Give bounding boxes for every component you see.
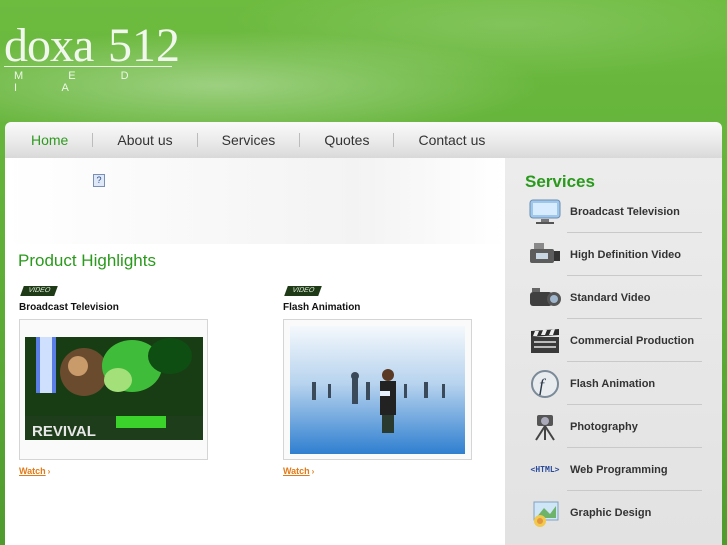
- service-label: Broadcast Television: [570, 205, 680, 218]
- product-title[interactable]: Flash Animation: [283, 302, 473, 313]
- service-label: Graphic Design: [570, 506, 652, 519]
- product-card: VIDEO Broadcast Television REVIVAL Watch…: [19, 279, 209, 476]
- product-title[interactable]: Broadcast Television: [19, 302, 209, 313]
- nav-about[interactable]: About us: [93, 122, 196, 158]
- service-label: Standard Video: [570, 291, 651, 304]
- thumbnail-caption: REVIVAL: [32, 423, 96, 440]
- logo-number: 512: [108, 19, 180, 72]
- nav-quotes[interactable]: Quotes: [300, 122, 393, 158]
- service-label: Photography: [570, 420, 638, 433]
- chevron-right-icon: ›: [311, 467, 315, 476]
- video-thumbnail[interactable]: REVIVAL: [19, 319, 208, 460]
- logo[interactable]: doxa 512 M E D I A: [4, 14, 180, 106]
- watch-link-label[interactable]: Watch: [19, 466, 46, 476]
- nav-services[interactable]: Services: [198, 122, 300, 158]
- video-camera-icon: [525, 282, 565, 314]
- video-tag: VIDEO: [20, 286, 58, 296]
- header: doxa 512 M E D I A: [0, 0, 727, 122]
- service-label: Flash Animation: [570, 377, 656, 390]
- watch-link[interactable]: Watch ›: [19, 466, 209, 476]
- watch-link-label[interactable]: Watch: [283, 466, 310, 476]
- services-title: Services: [525, 172, 595, 191]
- html-icon: <HTML>: [530, 465, 560, 474]
- video-thumbnail[interactable]: [283, 319, 472, 460]
- flash-thumbnail-image: [290, 326, 465, 454]
- watch-link[interactable]: Watch ›: [283, 466, 473, 476]
- flash-icon: f: [525, 368, 565, 400]
- nav-home[interactable]: Home: [7, 122, 92, 158]
- service-item-broadcast-television[interactable]: Broadcast Television: [505, 190, 722, 233]
- nav-contact[interactable]: Contact us: [394, 122, 509, 158]
- banner-area: [5, 158, 505, 244]
- chevron-right-icon: ›: [47, 467, 51, 476]
- product-highlights-title: Product Highlights: [18, 251, 156, 270]
- service-label: Commercial Production: [570, 334, 695, 347]
- tv-icon: [525, 196, 565, 228]
- logo-tagline: M E D I A: [14, 70, 150, 94]
- main-content: ? Product Highlights VIDEO Broadcast Tel…: [5, 158, 505, 545]
- clapperboard-icon: [525, 325, 565, 357]
- hd-camera-icon: [525, 239, 565, 271]
- revival-thumbnail-image: REVIVAL: [25, 337, 203, 440]
- logo-word: doxa: [4, 19, 94, 72]
- service-item-commercial-production[interactable]: Commercial Production: [505, 319, 722, 362]
- service-label: High Definition Video: [570, 248, 682, 261]
- design-icon: [525, 497, 565, 529]
- main-nav: Home About us Services Quotes Contact us: [5, 122, 722, 158]
- service-item-photography[interactable]: Photography: [505, 405, 722, 448]
- service-item-web-programming[interactable]: <HTML> Web Programming: [505, 448, 722, 491]
- broken-image-icon: ?: [93, 174, 105, 187]
- camera-tripod-icon: [525, 411, 565, 443]
- service-item-high-definition-video[interactable]: High Definition Video: [505, 233, 722, 276]
- services-sidebar: Services Broadcast Television High Defin…: [505, 158, 722, 545]
- service-item-standard-video[interactable]: Standard Video: [505, 276, 722, 319]
- video-tag: VIDEO: [284, 286, 322, 296]
- service-item-graphic-design[interactable]: Graphic Design: [505, 491, 722, 534]
- product-card: VIDEO Flash Animation Watch ›: [283, 279, 473, 476]
- service-label: Web Programming: [570, 463, 668, 476]
- logo-rule: [4, 66, 172, 67]
- service-item-flash-animation[interactable]: f Flash Animation: [505, 362, 722, 405]
